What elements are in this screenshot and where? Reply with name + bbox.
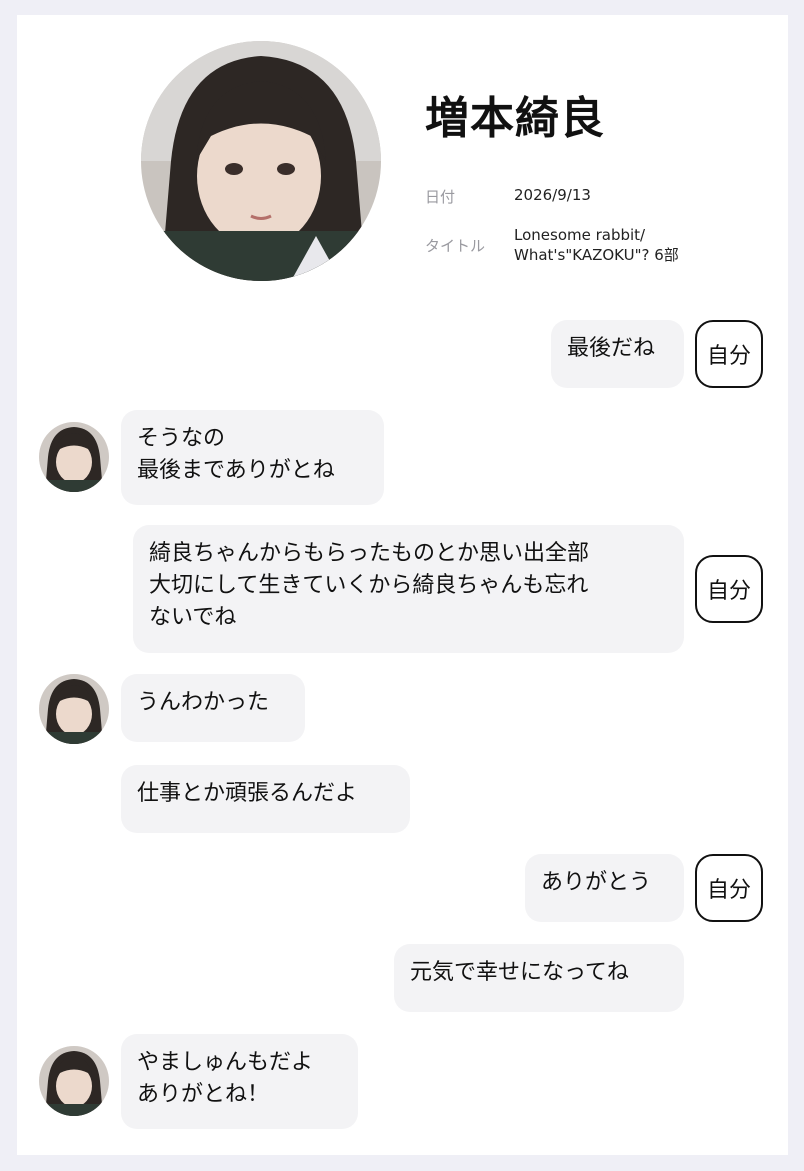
- title-label: タイトル: [425, 237, 486, 255]
- self-tag: 自分: [695, 320, 763, 388]
- chat-card: 増本綺良 日付 2026/9/13 タイトル Lonesome rabbit/ …: [17, 15, 788, 1155]
- message-bubble-self: 綺良ちゃんからもらったものとか思い出全部 大切にして生きていくから綺良ちゃんも忘…: [133, 525, 684, 653]
- avatar: [39, 422, 109, 492]
- avatar: [39, 674, 109, 744]
- title-value: Lonesome rabbit/ What's"KAZOKU"? 6部: [514, 226, 679, 264]
- message-bubble-other: 仕事とか頑張るんだよ: [121, 765, 410, 833]
- avatar: [39, 1046, 109, 1116]
- message-bubble-self: 最後だね: [551, 320, 684, 388]
- profile-photo: [141, 41, 381, 281]
- message-bubble-other: そうなの 最後までありがとね: [121, 410, 384, 505]
- self-tag: 自分: [695, 854, 763, 922]
- message-bubble-self: 元気で幸せになってね: [394, 944, 684, 1012]
- profile-name: 増本綺良: [425, 93, 605, 144]
- message-bubble-other: うんわかった: [121, 674, 305, 742]
- self-tag: 自分: [695, 555, 763, 623]
- message-bubble-other: やましゅんもだよ ありがとね！: [121, 1034, 358, 1129]
- message-bubble-self: ありがとう: [525, 854, 684, 922]
- date-value: 2026/9/13: [514, 186, 591, 204]
- date-label: 日付: [425, 188, 456, 206]
